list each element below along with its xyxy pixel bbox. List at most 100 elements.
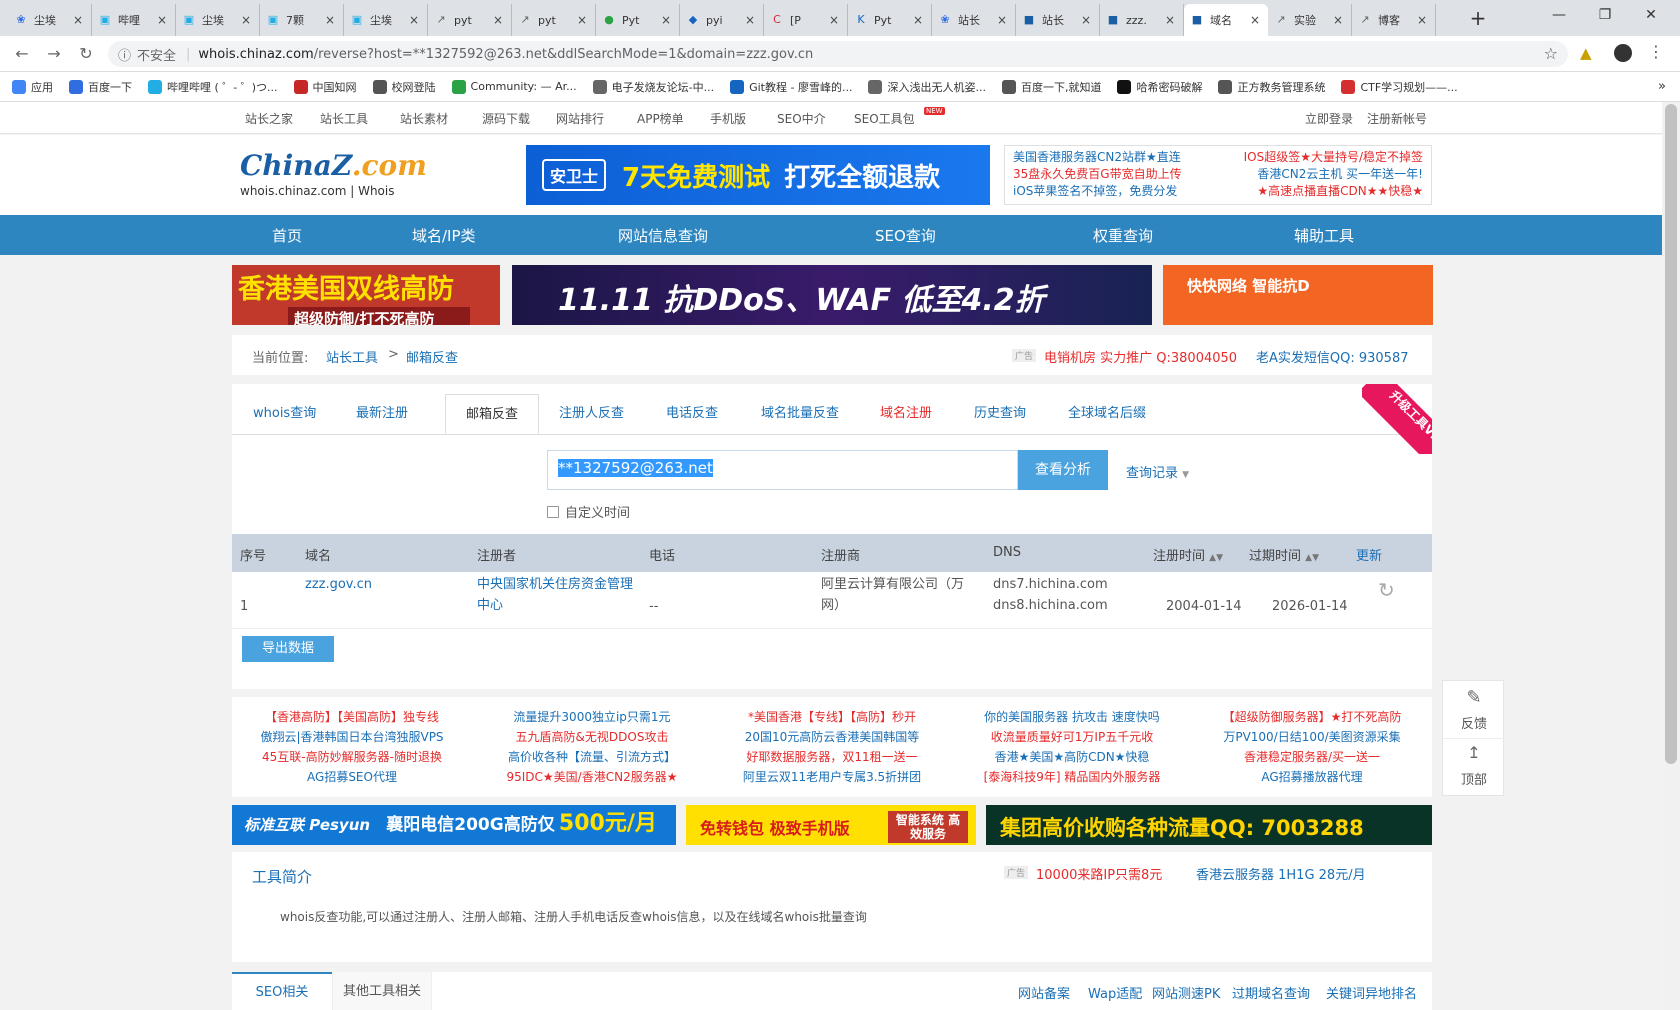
cell-registrant[interactable]: 中央国家机关住房资金管理中心 xyxy=(477,574,637,616)
close-window-button[interactable]: ✕ xyxy=(1628,0,1674,30)
register-link[interactable]: 注册新帐号 xyxy=(1367,110,1427,127)
close-tab-icon[interactable]: × xyxy=(995,13,1009,27)
bookmarks-more-button[interactable]: » xyxy=(1658,79,1666,94)
tab-registrant-reverse[interactable]: 注册人反查 xyxy=(559,394,624,434)
back-to-top-button[interactable]: 顶部 xyxy=(1443,769,1505,788)
top-link-seo-agent[interactable]: SEO中介 xyxy=(777,110,826,127)
close-tab-icon[interactable]: × xyxy=(491,13,505,27)
close-tab-icon[interactable]: × xyxy=(743,13,757,27)
ad-banner-ddos[interactable]: 11.11 抗DDoS、WAF 低至4.2折 xyxy=(512,265,1152,325)
forward-button[interactable]: → xyxy=(42,43,66,65)
ad-link[interactable]: 20国10元高防云香港美国韩国等 xyxy=(712,727,952,747)
browser-tab[interactable]: ■ 域名 × xyxy=(1184,4,1268,36)
seo-link-expired[interactable]: 过期域名查询 xyxy=(1232,983,1310,1002)
breadcrumb-current[interactable]: 邮箱反查 xyxy=(406,347,458,366)
bookmark-item[interactable]: 校网登陆 xyxy=(372,79,436,95)
intro-ad-1[interactable]: 10000来路IP只需8元 xyxy=(1036,864,1162,883)
close-tab-icon[interactable]: × xyxy=(407,13,421,27)
seo-link-wap[interactable]: Wap适配 xyxy=(1088,983,1142,1002)
nav-home[interactable]: 首页 xyxy=(272,225,302,246)
top-link-seo-pack[interactable]: SEO工具包 xyxy=(854,110,915,127)
maximize-button[interactable]: ❐ xyxy=(1582,0,1628,30)
tab-history[interactable]: 历史查询 xyxy=(974,394,1026,434)
close-tab-icon[interactable]: × xyxy=(1163,13,1177,27)
close-tab-icon[interactable]: × xyxy=(239,13,253,27)
browser-tab[interactable]: K Pyt × xyxy=(848,4,932,36)
col-update[interactable]: 更新 xyxy=(1356,545,1382,564)
browser-tab[interactable]: ■ 站长 × xyxy=(1016,4,1100,36)
nav-seo[interactable]: SEO查询 xyxy=(875,225,936,246)
tab-email-reverse[interactable]: 邮箱反查 xyxy=(445,394,540,434)
bookmark-item[interactable]: 中国知网 xyxy=(293,79,357,95)
browser-tab[interactable]: ↗ pyt × xyxy=(428,4,512,36)
ad-link[interactable]: 45互联-高防妙解服务器-随时退换 xyxy=(232,747,472,767)
bookmark-item[interactable]: 电子发烧友论坛-中... xyxy=(592,79,714,95)
nav-aux-tools[interactable]: 辅助工具 xyxy=(1294,225,1354,246)
close-tab-icon[interactable]: × xyxy=(1331,13,1345,27)
close-tab-icon[interactable]: × xyxy=(659,13,673,27)
nav-site-info[interactable]: 网站信息查询 xyxy=(618,225,708,246)
ad-link[interactable]: 万PV100/日结100/美图资源采集 xyxy=(1192,727,1432,747)
top-link-materials[interactable]: 站长素材 xyxy=(400,110,448,127)
ad-link[interactable]: 95IDC★美国/香港CN2服务器★ xyxy=(472,767,712,787)
refresh-icon[interactable]: ↻ xyxy=(1378,580,1395,601)
ad-text-link[interactable]: IOS超级签★大量持号/稳定不掉签 xyxy=(1244,149,1423,166)
bookmark-item[interactable]: 正方教务管理系统 xyxy=(1218,79,1325,95)
feedback-button[interactable]: 反馈 xyxy=(1443,713,1505,732)
tab-domain-register[interactable]: 域名注册 xyxy=(880,394,932,434)
close-tab-icon[interactable]: × xyxy=(71,13,85,27)
tab-whois[interactable]: whois查询 xyxy=(253,394,316,434)
star-icon[interactable]: ☆ xyxy=(1544,44,1558,63)
browser-tab[interactable]: ● Pyt × xyxy=(596,4,680,36)
ad-link[interactable]: 收流量质量好可1万IP五千元收 xyxy=(952,727,1192,747)
scrollbar-thumb[interactable] xyxy=(1665,104,1677,764)
ad-link[interactable]: 阿里云双11老用户专属3.5折拼团 xyxy=(712,767,952,787)
arrow-up-icon[interactable]: ↥ xyxy=(1443,743,1505,762)
login-link[interactable]: 立即登录 xyxy=(1305,110,1353,127)
bookmark-item[interactable]: CTF学习规划——... xyxy=(1341,79,1458,95)
avatar[interactable] xyxy=(1614,44,1632,62)
close-tab-icon[interactable]: × xyxy=(827,13,841,27)
ad-link[interactable]: 傲翔云|香港韩国日本台湾独服VPS xyxy=(232,727,472,747)
browser-tab[interactable]: ❀ 站长 × xyxy=(932,4,1016,36)
ad-link[interactable]: 香港★美国★高防CDN★快稳 xyxy=(952,747,1192,767)
browser-tab[interactable]: ▣ 尘埃 × xyxy=(344,4,428,36)
nav-domain-ip[interactable]: 域名/IP类 xyxy=(412,225,476,246)
ad-link[interactable]: 【香港高防】【美国高防】独专线 xyxy=(232,707,472,727)
ad-banner-pesyun[interactable]: 标准互联 Pesyun 襄阳电信200G高防仅 500元/月 xyxy=(232,805,676,845)
breadcrumb-ad-1[interactable]: 电销机房 实力推广 Q:38004050 xyxy=(1044,347,1237,366)
seo-link-keyword-rank[interactable]: 关键词异地排名 xyxy=(1326,983,1417,1002)
ad-text-link[interactable]: 35盘永久免费百G带宽自助上传 xyxy=(1013,166,1182,183)
feedback-icon[interactable]: ✎ xyxy=(1443,687,1505,708)
browser-tab[interactable]: ↗ 博客 × xyxy=(1352,4,1436,36)
search-input[interactable]: **1327592@263.net xyxy=(547,450,1018,490)
browser-tab[interactable]: ↗ 实验 × xyxy=(1268,4,1352,36)
custom-time-checkbox[interactable] xyxy=(547,505,559,518)
ad-link[interactable]: AG招募SEO代理 xyxy=(232,767,472,787)
extension-icon[interactable]: ▲ xyxy=(1580,44,1592,62)
close-tab-icon[interactable]: × xyxy=(575,13,589,27)
search-button[interactable]: 查看分析 xyxy=(1018,450,1108,490)
seo-link-speed[interactable]: 网站测速PK xyxy=(1152,983,1220,1002)
top-link-mobile[interactable]: 手机版 xyxy=(710,110,746,127)
reload-button[interactable]: ↻ xyxy=(74,43,98,65)
ad-link[interactable]: 香港稳定服务器/买一送一 xyxy=(1192,747,1432,767)
site-logo[interactable]: ChinaZ.com whois.chinaz.com | Whois xyxy=(240,149,430,204)
bookmark-item[interactable]: 应用 xyxy=(12,79,53,95)
ad-text-link[interactable]: ★高速点播直播CDN★★快稳★ xyxy=(1257,183,1423,200)
header-ad-banner[interactable]: 安卫士 7天免费测试 打死全额退款 xyxy=(526,145,990,205)
tab-latest-reg[interactable]: 最新注册 xyxy=(356,394,408,434)
ad-link[interactable]: 高价收各种【流量、引流方式】 xyxy=(472,747,712,767)
back-button[interactable]: ← xyxy=(10,43,34,65)
bookmark-item[interactable]: 百度一下,就知道 xyxy=(1001,79,1101,95)
ad-link[interactable]: 【超级防御服务器】★打不死高防 xyxy=(1192,707,1432,727)
breadcrumb-ad-2[interactable]: 老A实发短信QQ: 930587 xyxy=(1256,347,1409,366)
tab-phone-reverse[interactable]: 电话反查 xyxy=(666,394,718,434)
export-data-button[interactable]: 导出数据 xyxy=(242,636,334,662)
browser-tab[interactable]: ■ zzz. × xyxy=(1100,4,1184,36)
tab-seo-related[interactable]: SEO相关 xyxy=(232,972,332,1010)
ad-link[interactable]: 流量提升3000独立ip只需1元 xyxy=(472,707,712,727)
bookmark-item[interactable]: 哔哩哔哩 ( ゜- ゜)つ... xyxy=(148,79,278,95)
close-tab-icon[interactable]: × xyxy=(1415,13,1429,27)
ad-text-link[interactable]: 香港CN2云主机 买一年送一年! xyxy=(1257,166,1423,183)
